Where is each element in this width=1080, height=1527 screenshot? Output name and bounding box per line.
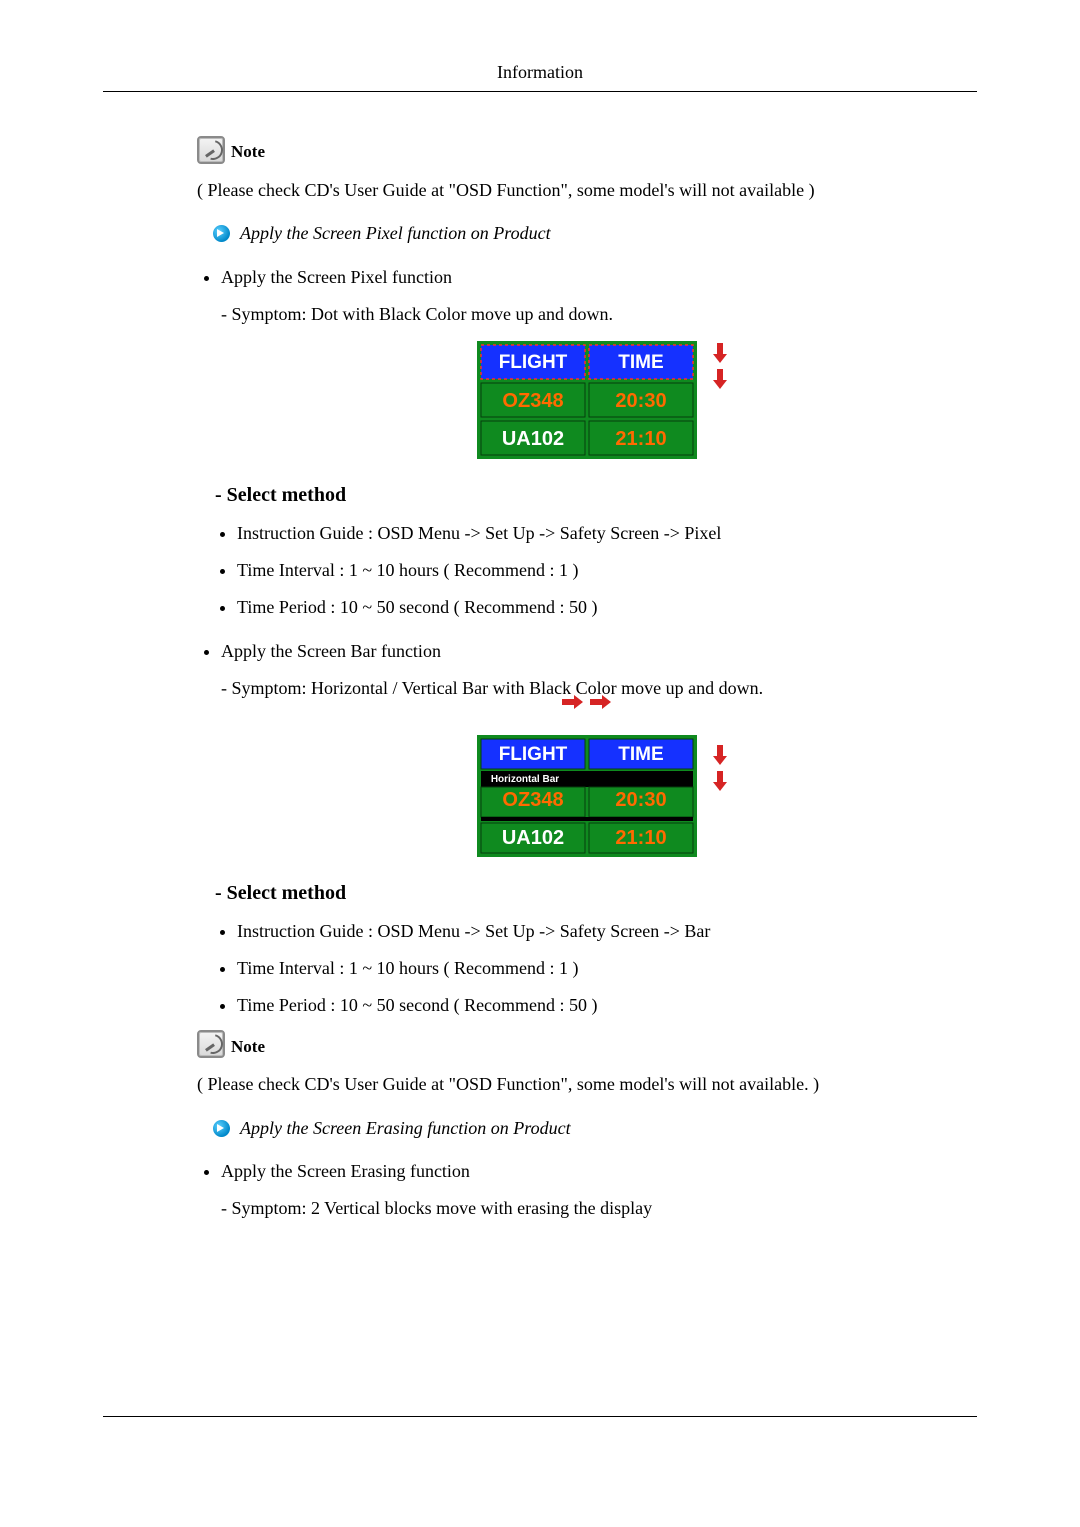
illustration-bar: FLIGHT TIME Horizontal Bar OZ348 20:30 U bbox=[197, 715, 977, 857]
note-icon bbox=[197, 136, 225, 164]
method-list: Instruction Guide : OSD Menu -> Set Up -… bbox=[197, 913, 977, 1025]
list-item: Time Period : 10 ~ 50 second ( Recommend… bbox=[237, 589, 977, 626]
svg-text:21:10: 21:10 bbox=[615, 827, 666, 849]
down-arrows-icon bbox=[713, 343, 727, 389]
note-text: ( Please check CD's User Guide at "OSD F… bbox=[197, 1072, 977, 1097]
list-item: Time Interval : 1 ~ 10 hours ( Recommend… bbox=[237, 552, 977, 589]
board-r1c2: 20:30 bbox=[615, 390, 666, 412]
svg-text:FLIGHT: FLIGHT bbox=[499, 744, 568, 765]
list-item: Instruction Guide : OSD Menu -> Set Up -… bbox=[237, 913, 977, 950]
bullet-list: Apply the Screen Erasing function bbox=[197, 1153, 977, 1190]
svg-text:UA102: UA102 bbox=[502, 827, 564, 849]
svg-text:OZ348: OZ348 bbox=[502, 789, 563, 811]
list-item: Time Interval : 1 ~ 10 hours ( Recommend… bbox=[237, 950, 977, 987]
illustration-pixel: FLIGHT TIME OZ348 20:30 UA102 21:10 bbox=[197, 341, 977, 459]
list-item: Apply the Screen Erasing function bbox=[221, 1153, 977, 1190]
heading-text: Apply the Screen Erasing function on Pro… bbox=[240, 1116, 571, 1141]
note-label: Note bbox=[231, 1035, 265, 1059]
content: Note ( Please check CD's User Guide at "… bbox=[103, 136, 977, 1221]
down-arrows-icon bbox=[713, 745, 727, 791]
select-method-heading: - Select method bbox=[215, 481, 977, 509]
list-item: Time Period : 10 ~ 50 second ( Recommend… bbox=[237, 987, 977, 1024]
note-icon bbox=[197, 1030, 225, 1058]
horizontal-bar-label: Horizontal Bar bbox=[491, 774, 559, 785]
board-col2: TIME bbox=[618, 352, 663, 373]
note-text: ( Please check CD's User Guide at "OSD F… bbox=[197, 178, 977, 203]
symptom-text: - Symptom: 2 Vertical blocks move with e… bbox=[221, 1196, 977, 1221]
heading-text: Apply the Screen Pixel function on Produ… bbox=[240, 221, 551, 246]
board-r2c1: UA102 bbox=[502, 428, 564, 450]
board-col1: FLIGHT bbox=[499, 352, 568, 373]
footer-rule bbox=[103, 1416, 977, 1417]
board-r1c1: OZ348 bbox=[502, 390, 563, 412]
svg-text:20:30: 20:30 bbox=[615, 789, 666, 811]
method-list: Instruction Guide : OSD Menu -> Set Up -… bbox=[197, 515, 977, 627]
note-label: Note bbox=[231, 140, 265, 164]
list-item: Instruction Guide : OSD Menu -> Set Up -… bbox=[237, 515, 977, 552]
bullet-list: Apply the Screen Bar function bbox=[197, 633, 977, 670]
right-arrows-icon bbox=[562, 695, 612, 709]
symptom-text: - Symptom: Dot with Black Color move up … bbox=[221, 302, 977, 327]
arrow-right-icon bbox=[213, 225, 230, 242]
page: Information Note ( Please check CD's Use… bbox=[0, 0, 1080, 1527]
page-header: Information bbox=[103, 60, 977, 92]
section-heading-erasing: Apply the Screen Erasing function on Pro… bbox=[213, 1116, 977, 1141]
list-item: Apply the Screen Pixel function bbox=[221, 259, 977, 296]
note-block: Note bbox=[197, 1030, 977, 1058]
list-item: Apply the Screen Bar function bbox=[221, 633, 977, 670]
board-r2c2: 21:10 bbox=[615, 428, 666, 450]
select-method-heading: - Select method bbox=[215, 879, 977, 907]
bullet-list: Apply the Screen Pixel function bbox=[197, 259, 977, 296]
arrow-right-icon bbox=[213, 1120, 230, 1137]
svg-text:TIME: TIME bbox=[618, 744, 663, 765]
note-block: Note bbox=[197, 136, 977, 164]
section-heading-pixel: Apply the Screen Pixel function on Produ… bbox=[213, 221, 977, 246]
